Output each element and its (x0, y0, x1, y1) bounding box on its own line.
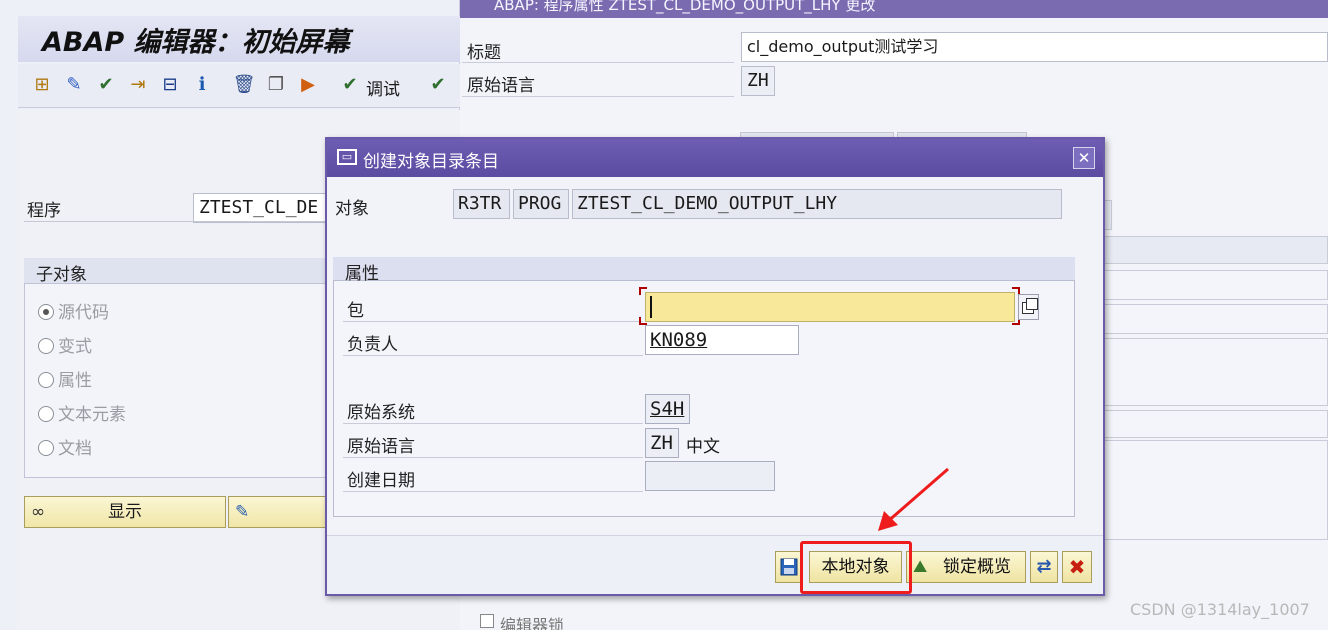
radio-label: 文本元素 (58, 405, 126, 425)
section-band (1100, 440, 1328, 540)
radio-icon (38, 338, 54, 354)
lock-overview-button[interactable]: ⛰ 锁定概览 (906, 551, 1026, 583)
display-button[interactable]: ∞ 显示 (24, 496, 226, 528)
divider (343, 457, 643, 458)
orig-lang-field: ZH (741, 66, 775, 96)
highlight-annotation (800, 541, 912, 594)
save-button[interactable] (775, 551, 803, 583)
tree-icon[interactable]: ⊟ (158, 73, 182, 97)
program-field[interactable]: ZTEST_CL_DE (193, 193, 333, 223)
radio-attributes[interactable]: 属性 (38, 366, 92, 391)
radio-documentation[interactable]: 文档 (38, 434, 92, 459)
delete-icon[interactable]: 🗑 (232, 73, 256, 97)
created-date-field (645, 461, 775, 491)
radio-text-elements[interactable]: 文本元素 (38, 400, 126, 425)
object-pgmid-field: R3TR (453, 189, 510, 219)
dialog-window-icon: ▭ (337, 149, 357, 165)
floppy-icon (780, 558, 798, 576)
responsible-label: 负责人 (347, 335, 398, 355)
package-input[interactable] (645, 292, 1015, 322)
divider (24, 221, 334, 222)
text-cursor (650, 296, 652, 318)
mountain-icon: ⛰ (913, 557, 928, 577)
checkbox-icon[interactable] (480, 614, 494, 628)
attributes-title: 属性 (345, 264, 379, 284)
divider (343, 355, 643, 356)
object-type-field: PROG (513, 189, 569, 219)
attributes-window-title: ABAP: 程序属性 ZTEST_CL_DEMO_OUTPUT_LHY 更改 (494, 0, 876, 14)
program-label: 程序 (27, 201, 61, 221)
section-band (1100, 338, 1328, 406)
orig-lang-text: 中文 (686, 437, 720, 457)
subobjects-title: 子对象 (36, 265, 87, 285)
package-label: 包 (347, 301, 364, 321)
info-icon[interactable]: ℹ (190, 73, 214, 97)
object-name-field: ZTEST_CL_DEMO_OUTPUT_LHY (572, 189, 1062, 219)
required-marker (639, 287, 647, 295)
display-button-label: 显示 (108, 502, 142, 522)
object-label: 对象 (335, 199, 369, 219)
created-date-label: 创建日期 (347, 471, 415, 491)
radio-label: 源代码 (58, 303, 109, 323)
watermark: CSDN @1314lay_1007 (1130, 600, 1310, 619)
change-button[interactable]: ✎ (228, 496, 328, 528)
radio-variants[interactable]: 变式 (38, 332, 92, 357)
title-field[interactable]: cl_demo_output测试学习 (741, 32, 1328, 62)
section-band (1100, 270, 1328, 300)
value-help-icon[interactable] (1018, 294, 1039, 320)
close-icon[interactable]: ✕ (1073, 147, 1095, 169)
orig-system-field: S4H (645, 394, 690, 424)
transport-button[interactable]: ⇄ (1030, 551, 1058, 583)
subobjects-header: 子对象 (24, 258, 334, 285)
orig-lang-field: ZH (645, 428, 679, 458)
lock-overview-label: 锁定概览 (943, 557, 1011, 577)
annotation-arrow-icon (878, 467, 949, 531)
dialog-title-bar: ▭ 创建对象目录条目 (327, 139, 1103, 177)
divider (343, 423, 643, 424)
orig-lang-label: 原始语言 (347, 437, 415, 457)
editor-toolbar: ⊞ ✎ ✔ ⇥ ⊟ ℹ 🗑 ❐ ▶ ✔ 调试 ✔ (18, 64, 460, 108)
divider (462, 96, 734, 97)
section-band (1100, 236, 1328, 264)
orig-system-label: 原始系统 (347, 403, 415, 423)
radio-label: 属性 (58, 371, 92, 391)
copy-icon[interactable]: ❐ (264, 73, 288, 97)
dialog-title: 创建对象目录条目 (363, 152, 499, 172)
cancel-icon[interactable]: ✖ (1062, 551, 1092, 583)
editor-title: ABAP 编辑器：初始屏幕 (42, 27, 350, 58)
editor-title-bar: ABAP 编辑器：初始屏幕 (18, 16, 460, 62)
radio-icon (38, 440, 54, 456)
radio-label: 文档 (58, 439, 92, 459)
section-band (1100, 410, 1328, 438)
divider (343, 491, 643, 492)
editor-lock-label: 编辑器锁 (500, 616, 565, 630)
hierarchy-icon[interactable]: ⊞ (30, 73, 54, 97)
move-icon[interactable]: ⇥ (126, 73, 150, 97)
debug-button-label[interactable]: 调试 (366, 75, 400, 100)
radio-selected-icon (38, 304, 54, 320)
responsible-field[interactable]: KN089 (645, 325, 799, 355)
attributes-title-bar: ABAP: 程序属性 ZTEST_CL_DEMO_OUTPUT_LHY 更改 (460, 0, 1328, 18)
orig-lang-label: 原始语言 (467, 76, 535, 96)
glasses-icon: ∞ (31, 502, 46, 522)
radio-icon (38, 406, 54, 422)
check-icon[interactable]: ✔ (94, 73, 118, 97)
section-band (1100, 304, 1328, 334)
rename-icon[interactable]: ▶ (296, 73, 320, 97)
radio-label: 变式 (58, 337, 92, 357)
required-marker (639, 317, 647, 325)
radio-source-code[interactable]: 源代码 (38, 298, 109, 323)
divider (462, 62, 734, 63)
test-icon[interactable]: ✔ (426, 73, 450, 97)
pencil-icon: ✎ (235, 502, 250, 522)
transport-icon: ⇄ (1036, 556, 1052, 577)
divider (343, 321, 643, 322)
attributes-header: 属性 (333, 257, 1075, 284)
debug-icon[interactable]: ✔ (338, 73, 362, 97)
radio-icon (38, 372, 54, 388)
title-label: 标题 (467, 43, 501, 63)
magic-wand-icon[interactable]: ✎ (62, 73, 86, 97)
